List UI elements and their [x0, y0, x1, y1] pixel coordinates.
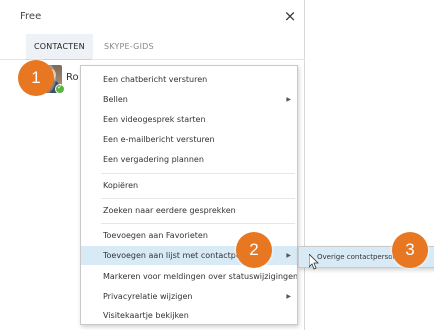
menu-item-label: Een e-mailbericht versturen	[103, 135, 215, 144]
menu-item-label: Een videogesprek starten	[103, 115, 206, 124]
context-menu: Een chatbericht versturen Bellen ▶ Een vi…	[80, 65, 298, 325]
title-bar: Free ×	[0, 0, 305, 34]
menu-item-bellen[interactable]: Bellen ▶	[81, 90, 297, 109]
menu-item-label: Bellen	[103, 95, 128, 104]
menu-item-contact-card[interactable]: Visitekaartje bekijken	[81, 306, 297, 325]
submenu-arrow-icon: ▶	[286, 252, 291, 259]
submenu-arrow-icon: ▶	[286, 293, 291, 300]
menu-item-search-history[interactable]: Zoeken naar eerdere gesprekken	[81, 201, 297, 220]
menu-divider	[101, 223, 295, 224]
tab-bar: CONTACTEN SKYPE-GIDS	[0, 34, 305, 60]
menu-item-chat[interactable]: Een chatbericht versturen	[81, 70, 297, 89]
menu-item-label: Een vergadering plannen	[103, 155, 204, 164]
menu-item-label: Zoeken naar eerdere gesprekken	[103, 206, 236, 215]
menu-item-email[interactable]: Een e-mailbericht versturen	[81, 130, 297, 149]
tab-contacten[interactable]: CONTACTEN	[26, 34, 93, 60]
menu-item-status-alerts[interactable]: Markeren voor meldingen over statuswijzi…	[81, 267, 297, 286]
menu-item-label: Visitekaartje bekijken	[103, 311, 189, 320]
step-badge-3: 3	[392, 232, 428, 268]
mouse-cursor-icon	[309, 254, 319, 270]
contact-name[interactable]: Ro	[66, 72, 79, 83]
presence-online-icon: ✓	[55, 83, 65, 94]
tab-skype-gids[interactable]: SKYPE-GIDS	[104, 34, 154, 60]
submenu-arrow-icon: ▶	[286, 96, 291, 103]
menu-item-label: Een chatbericht versturen	[103, 75, 208, 84]
menu-item-label: Privacyrelatie wijzigen	[103, 292, 193, 301]
menu-item-label: Toevoegen aan Favorieten	[103, 231, 208, 240]
close-button[interactable]: ×	[280, 6, 300, 26]
step-badge-1: 1	[18, 60, 54, 96]
menu-divider	[101, 173, 295, 174]
window-title: Free	[20, 11, 42, 22]
menu-item-copy[interactable]: Kopiëren	[81, 176, 297, 195]
check-icon: ✓	[57, 83, 63, 91]
menu-divider	[101, 198, 295, 199]
menu-item-meeting[interactable]: Een vergadering plannen	[81, 150, 297, 169]
menu-item-privacy[interactable]: Privacyrelatie wijzigen ▶	[81, 287, 297, 306]
menu-item-video[interactable]: Een videogesprek starten	[81, 110, 297, 129]
menu-item-label: Kopiëren	[103, 181, 139, 190]
step-badge-2: 2	[236, 232, 272, 268]
menu-item-label: Markeren voor meldingen over statuswijzi…	[103, 272, 297, 281]
